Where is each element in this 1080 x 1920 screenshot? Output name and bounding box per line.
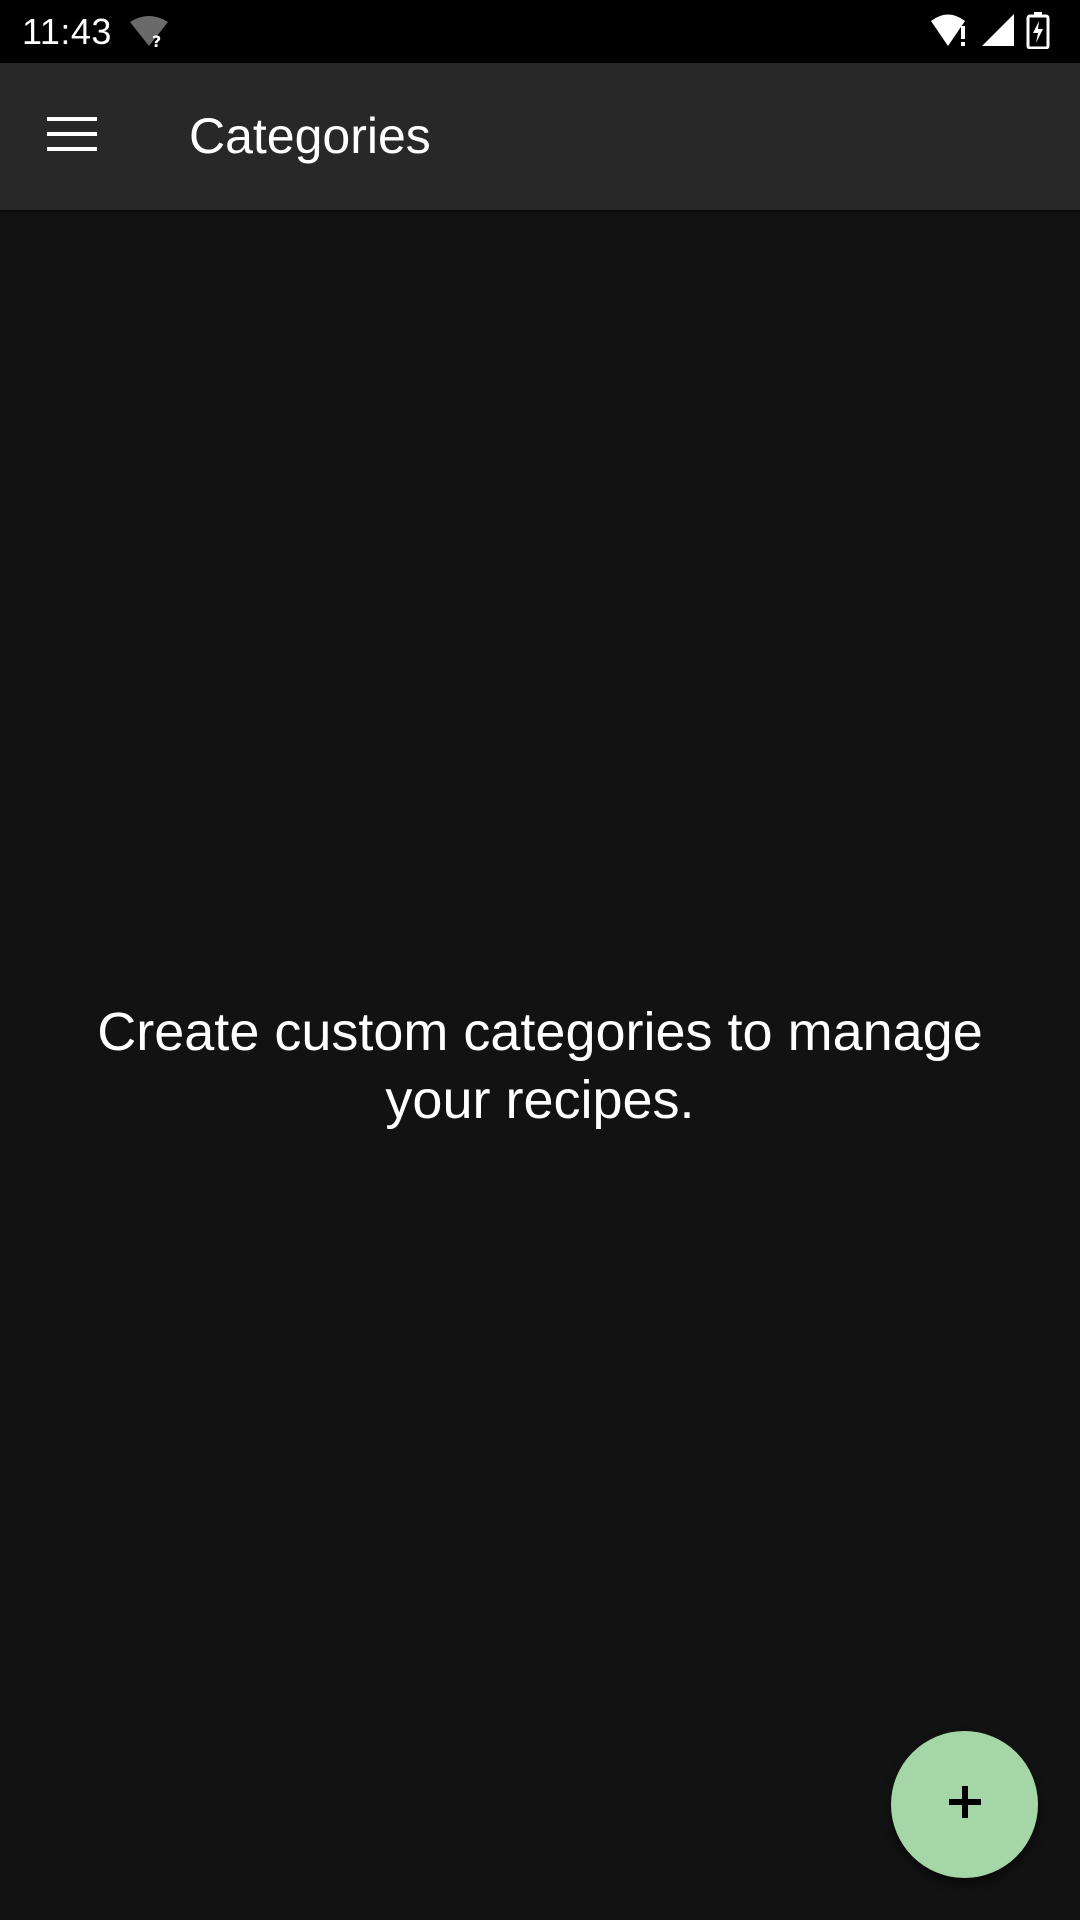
- screen: 11:43 ? Categories Create custom categor…: [0, 0, 1080, 1920]
- hamburger-menu-icon: [47, 115, 99, 158]
- app-bar: Categories: [0, 63, 1080, 210]
- status-time: 11:43: [22, 11, 112, 52]
- menu-button[interactable]: [34, 97, 112, 175]
- plus-icon: [945, 1782, 985, 1827]
- cellular-signal-icon: [980, 12, 1016, 53]
- empty-state-message: Create custom categories to manage your …: [97, 1002, 983, 1130]
- wifi-alert-icon: [930, 12, 970, 53]
- page-title: Categories: [189, 108, 431, 164]
- add-category-button[interactable]: [891, 1731, 1038, 1878]
- status-bar: 11:43 ?: [0, 0, 1080, 63]
- status-icons: [930, 11, 1050, 54]
- battery-charging-icon: [1026, 11, 1050, 54]
- svg-text:?: ?: [152, 32, 161, 48]
- wifi-unknown-icon: ?: [128, 14, 170, 51]
